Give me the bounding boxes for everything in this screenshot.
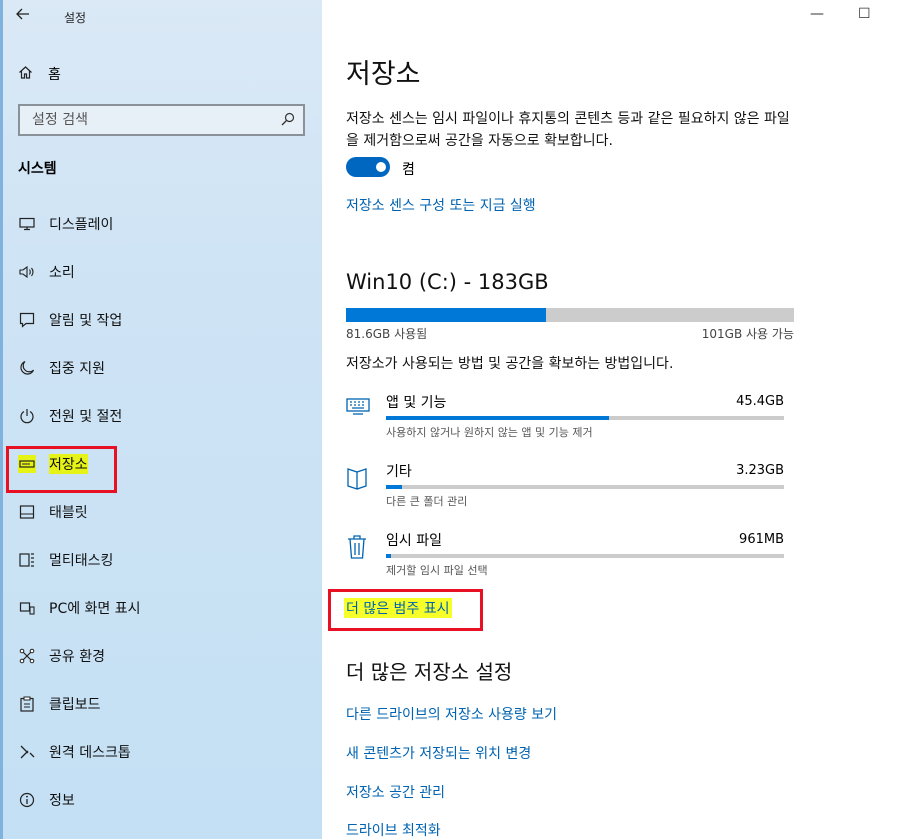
- category-temp-files[interactable]: 임시 파일 961MB 제거할 임시 파일 선택: [346, 530, 786, 588]
- sidebar-item-label: 원격 데스크톱: [49, 745, 131, 761]
- minimize-button[interactable]: —: [810, 6, 824, 22]
- sidebar-item-label: 디스플레이: [49, 217, 114, 233]
- monitor-icon: [18, 215, 36, 233]
- sidebar-home-label: 홈: [48, 67, 61, 83]
- category-bar-fill: [386, 554, 391, 558]
- category-apps[interactable]: 앱 및 기능 45.4GB 사용하지 않거나 원하지 않는 앱 및 기능 제거: [346, 392, 786, 450]
- sidebar-item-power[interactable]: 전원 및 절전: [0, 392, 322, 440]
- section-heading-system: 시스템: [18, 161, 57, 177]
- sidebar-item-clipboard[interactable]: 클립보드: [0, 680, 322, 728]
- sidebar-item-shared-experiences[interactable]: 공유 환경: [0, 632, 322, 680]
- category-subtext: 제거할 임시 파일 선택: [386, 564, 488, 577]
- settings-search-input[interactable]: [30, 111, 270, 129]
- toggle-knob: [376, 162, 386, 172]
- link-manage-storage-spaces[interactable]: 저장소 공간 관리: [346, 782, 445, 802]
- sidebar-home[interactable]: 홈: [18, 62, 61, 86]
- category-bar-fill: [386, 416, 609, 420]
- drive-usage-fill: [346, 308, 546, 322]
- sidebar-item-remote-desktop[interactable]: 원격 데스크톱: [0, 728, 322, 776]
- category-bar-fill: [386, 485, 402, 489]
- category-bar: [386, 416, 784, 420]
- share-icon: [18, 647, 36, 665]
- remote-desktop-icon: [18, 743, 36, 761]
- category-name: 앱 및 기능: [386, 395, 447, 411]
- link-change-save-location[interactable]: 새 콘텐츠가 저장되는 위치 변경: [346, 743, 531, 763]
- storage-sense-config-link[interactable]: 저장소 센스 구성 또는 지금 실행: [346, 195, 536, 215]
- sidebar-item-display[interactable]: 디스플레이: [0, 200, 322, 248]
- sidebar-item-label: PC에 화면 표시: [49, 601, 141, 617]
- sidebar-item-label: 태블릿: [49, 505, 88, 521]
- clipboard-icon: [18, 695, 36, 713]
- drive-used-label: 81.6GB 사용됨: [346, 327, 428, 341]
- drive-free-label: 101GB 사용 가능: [701, 327, 794, 341]
- main-content: — ☐ 저장소 저장소 센스는 임시 파일이나 휴지통의 콘텐츠 등과 같은 필…: [322, 0, 897, 839]
- speaker-icon: [18, 263, 36, 281]
- drive-usage-bar: [346, 308, 794, 322]
- window-title: 설정: [64, 11, 87, 25]
- storage-usage-description: 저장소가 사용되는 방법 및 공간을 확보하는 방법입니다.: [346, 356, 674, 372]
- trash-icon: [346, 534, 372, 560]
- home-icon: [18, 65, 34, 84]
- sidebar-item-label: 소리: [49, 265, 75, 281]
- sidebar-item-label: 집중 지원: [49, 361, 105, 377]
- sidebar-item-label: 정보: [49, 793, 75, 809]
- sidebar-item-sound[interactable]: 소리: [0, 248, 322, 296]
- sidebar-item-label: 공유 환경: [49, 649, 105, 665]
- link-optimize-drives[interactable]: 드라이브 최적화: [346, 820, 441, 840]
- more-storage-settings-heading: 더 많은 저장소 설정: [346, 660, 513, 684]
- annotation-box-more-categories: [328, 589, 483, 631]
- toggle-state-label: 켬: [402, 162, 415, 178]
- sidebar-item-about[interactable]: 정보: [0, 776, 322, 824]
- project-icon: [18, 599, 36, 617]
- annotation-box-storage: [6, 446, 117, 493]
- info-icon: [18, 791, 36, 809]
- category-subtext: 사용하지 않거나 원하지 않는 앱 및 기능 제거: [386, 426, 593, 439]
- sidebar-item-label: 클립보드: [49, 697, 101, 713]
- sidebar: 설정 홈 시스템 디스플레이 소리 알림 및 작업 집중 지원: [0, 0, 322, 839]
- sidebar-item-label: 알림 및 작업: [49, 313, 123, 329]
- sidebar-item-focus-assist[interactable]: 집중 지원: [0, 344, 322, 392]
- category-subtext: 다른 큰 폴더 관리: [386, 495, 468, 508]
- category-size: 961MB: [739, 532, 784, 547]
- sidebar-item-project[interactable]: PC에 화면 표시: [0, 584, 322, 632]
- storage-sense-description: 저장소 센스는 임시 파일이나 휴지통의 콘텐츠 등과 같은 필요하지 않은 파…: [346, 111, 790, 149]
- tablet-icon: [18, 503, 36, 521]
- category-other[interactable]: 기타 3.23GB 다른 큰 폴더 관리: [346, 461, 786, 519]
- drive-title: Win10 (C:) - 183GB: [346, 270, 549, 294]
- sidebar-item-tablet[interactable]: 태블릿: [0, 488, 322, 536]
- maximize-button[interactable]: ☐: [858, 6, 871, 22]
- category-size: 3.23GB: [736, 463, 784, 478]
- settings-search-box[interactable]: [18, 104, 305, 136]
- sidebar-item-label: 멀티태스킹: [49, 553, 114, 569]
- category-bar: [386, 485, 784, 489]
- search-icon[interactable]: [281, 112, 295, 130]
- category-bar: [386, 554, 784, 558]
- power-icon: [18, 407, 36, 425]
- notification-icon: [18, 311, 36, 329]
- link-other-drives-usage[interactable]: 다른 드라이브의 저장소 사용량 보기: [346, 704, 557, 724]
- category-name: 임시 파일: [386, 533, 442, 549]
- back-arrow-icon[interactable]: [16, 6, 36, 26]
- page-title: 저장소: [346, 59, 421, 90]
- multitasking-icon: [18, 551, 36, 569]
- folder-icon: [346, 465, 372, 491]
- storage-sense-toggle[interactable]: [346, 157, 390, 177]
- sidebar-item-notifications[interactable]: 알림 및 작업: [0, 296, 322, 344]
- apps-keyboard-icon: [346, 396, 372, 422]
- category-size: 45.4GB: [736, 394, 784, 409]
- sidebar-item-label: 전원 및 절전: [49, 409, 123, 425]
- sidebar-item-multitasking[interactable]: 멀티태스킹: [0, 536, 322, 584]
- category-name: 기타: [386, 464, 412, 480]
- moon-icon: [18, 359, 36, 377]
